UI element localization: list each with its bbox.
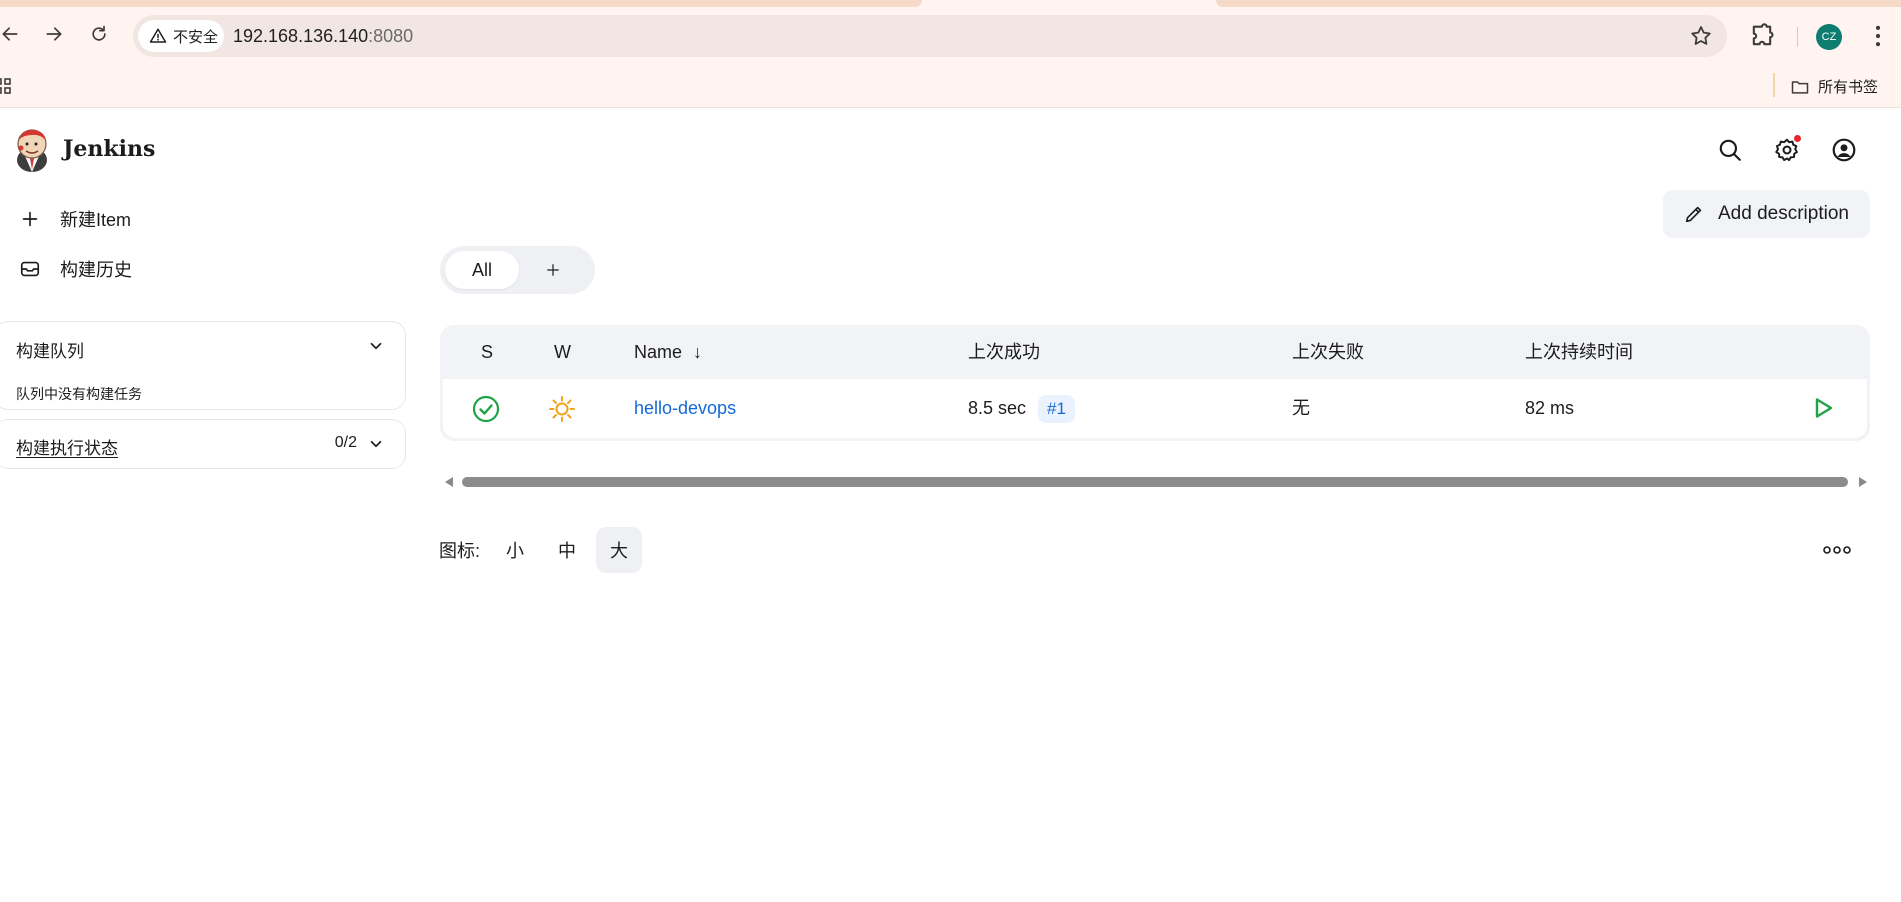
view-tabs: All: [440, 246, 595, 294]
security-indicator[interactable]: 不安全: [138, 20, 224, 52]
new-item-link[interactable]: 新建Item: [14, 200, 131, 238]
app-title[interactable]: Jenkins: [63, 136, 155, 162]
search-icon: [1719, 139, 1741, 161]
schedule-build-play-icon[interactable]: [1808, 393, 1838, 423]
user-account-button[interactable]: [1827, 133, 1861, 167]
jobs-table: S W Name ↓ 上次成功 上次失败 上次持续时间 hello-devops…: [440, 325, 1870, 441]
build-queue-empty-message: 队列中没有构建任务: [16, 386, 142, 402]
icon-size-label: 图标:: [439, 541, 481, 561]
tab-all[interactable]: All: [445, 251, 519, 289]
job-name-link[interactable]: hello-devops: [634, 379, 736, 438]
last-failure-cell: 无: [1292, 398, 1310, 418]
sort-arrow-icon: ↓: [693, 342, 703, 362]
reload-icon: [92, 25, 106, 41]
inactive-tab-right[interactable]: [1216, 0, 1901, 7]
pencil-icon: [1685, 206, 1702, 223]
page-header: Jenkins: [0, 108, 1901, 192]
column-header-last-failure[interactable]: 上次失败: [1292, 325, 1364, 379]
arrow-right-icon: [46, 27, 62, 41]
column-header-weather[interactable]: W: [554, 325, 571, 379]
executors-title[interactable]: 构建执行状态: [16, 434, 118, 459]
column-header-status[interactable]: S: [481, 325, 493, 379]
weather-sunny-icon[interactable]: [548, 395, 576, 423]
warning-icon: [149, 28, 167, 43]
more-options-icon[interactable]: [1820, 540, 1854, 560]
column-header-last-success[interactable]: 上次成功: [968, 325, 1040, 379]
bookmark-star-icon[interactable]: [1689, 24, 1713, 48]
icon-size-large[interactable]: 大: [596, 527, 643, 573]
last-duration-cell: 82 ms: [1525, 398, 1575, 418]
bookmarks-bar: 所有书签: [0, 65, 1901, 108]
column-header-name-label: Name: [634, 342, 683, 362]
scroll-right-arrow-icon[interactable]: [1859, 477, 1867, 487]
build-queue-title[interactable]: 构建队列: [16, 337, 84, 362]
jenkins-page: Jenkins 新建Item 构建历史 构建队列 队列中没有构建任务 构建执行状…: [0, 108, 1901, 902]
scroll-left-arrow-icon[interactable]: [445, 477, 453, 487]
security-label: 不安全: [173, 28, 219, 46]
url-host: 192.168.136.140: [233, 26, 369, 46]
back-button[interactable]: [0, 18, 26, 50]
tab-strip: [0, 0, 1901, 7]
profile-avatar[interactable]: CZ: [1816, 24, 1842, 50]
icon-size-small[interactable]: 小: [492, 527, 538, 573]
new-item-label: 新建Item: [60, 210, 132, 230]
add-description-label: Add description: [1718, 203, 1849, 224]
address-bar[interactable]: 不安全 192.168.136.140:8080: [133, 15, 1727, 57]
plus-icon: [22, 211, 38, 227]
url-port: :8080: [368, 26, 414, 46]
column-header-last-duration[interactable]: 上次持续时间: [1525, 325, 1633, 379]
last-success-time: 8.5 sec: [968, 398, 1027, 418]
icon-size-selector: 图标: 小 中 大: [439, 527, 643, 573]
build-number-link[interactable]: #1: [1038, 395, 1075, 424]
bookmarks-divider: [1773, 73, 1775, 97]
manage-jenkins-button[interactable]: [1770, 133, 1804, 167]
inactive-tab-left[interactable]: [0, 0, 922, 7]
inbox-icon: [20, 261, 40, 277]
user-circle-icon: [1832, 138, 1856, 162]
success-check-icon[interactable]: [472, 395, 500, 423]
forward-button[interactable]: [38, 18, 70, 50]
build-history-link[interactable]: 构建历史: [14, 250, 132, 288]
build-history-label: 构建历史: [60, 260, 132, 280]
table-horizontal-scrollbar[interactable]: [440, 474, 1870, 490]
arrow-left-icon: [2, 27, 18, 41]
chevron-down-icon[interactable]: [367, 337, 385, 355]
new-view-button[interactable]: [538, 255, 568, 285]
reload-button[interactable]: [83, 18, 115, 50]
add-description-button[interactable]: Add description: [1663, 190, 1870, 238]
column-header-name[interactable]: Name ↓: [634, 325, 702, 379]
build-queue-panel: 构建队列 队列中没有构建任务: [0, 321, 406, 410]
folder-icon: [1791, 80, 1809, 94]
notification-dot: [1794, 135, 1801, 142]
url-text[interactable]: 192.168.136.140:8080: [233, 15, 413, 57]
executors-count: 0/2: [334, 434, 357, 451]
apps-grid-icon[interactable]: [0, 77, 18, 95]
jenkins-logo-icon[interactable]: [13, 126, 51, 172]
chevron-down-icon[interactable]: [367, 435, 385, 453]
all-bookmarks-button[interactable]: 所有书签: [1790, 65, 1878, 108]
browser-toolbar: 不安全 192.168.136.140:8080 CZ: [0, 7, 1901, 65]
last-success-cell: 8.5 sec #1: [968, 379, 1075, 438]
all-bookmarks-label: 所有书签: [1818, 79, 1879, 96]
search-button[interactable]: [1713, 133, 1747, 167]
more-vertical-icon[interactable]: [1864, 22, 1892, 50]
scrollbar-thumb[interactable]: [462, 477, 1848, 487]
executors-panel: 构建执行状态 0/2: [0, 419, 406, 469]
table-row: hello-devops 8.5 sec #1 无 82 ms: [443, 379, 1867, 438]
job-name: hello-devops: [634, 398, 737, 418]
plus-icon: [547, 264, 559, 276]
icon-size-medium[interactable]: 中: [544, 527, 590, 573]
toolbar-divider: [1797, 27, 1798, 47]
extensions-puzzle-icon[interactable]: [1748, 22, 1776, 50]
